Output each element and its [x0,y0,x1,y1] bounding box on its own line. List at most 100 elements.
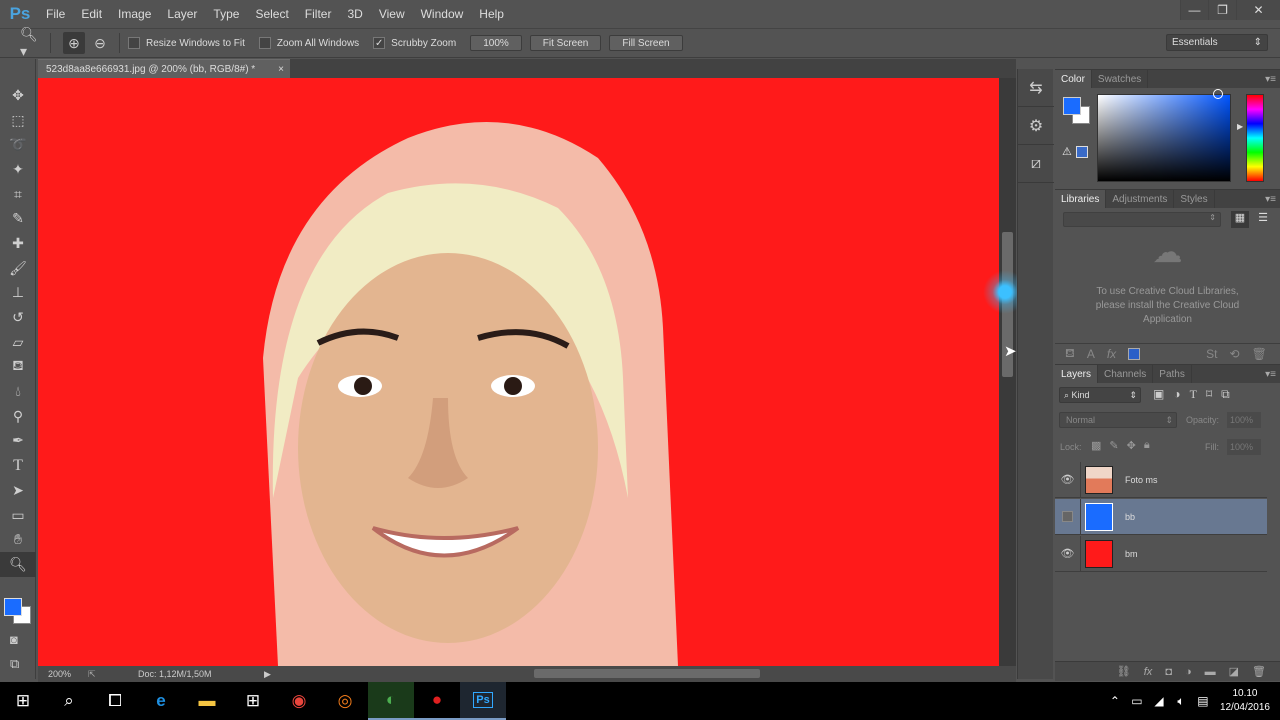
healing-brush-tool-icon[interactable]: ✚ [0,231,36,256]
lasso-tool-icon[interactable]: ➰ [0,132,36,157]
checkbox-box[interactable] [258,37,271,49]
tab-channels[interactable]: Channels [1098,365,1154,383]
tab-swatches[interactable]: Swatches [1092,70,1149,88]
export-icon[interactable]: ⇱ [78,669,138,680]
menu-image[interactable]: Image [110,7,159,21]
show-hidden-icons[interactable]: ⌃ [1104,694,1126,708]
menu-filter[interactable]: Filter [297,7,340,21]
quick-mask-icon[interactable]: ◙ [10,632,18,647]
pixel-filter-icon[interactable]: ▣ [1153,387,1164,402]
delete-icon[interactable]: 🗑︎ [1252,347,1267,361]
zoom-100-button[interactable]: 100% [470,35,522,51]
screen-mode-icon[interactable]: ⧉ [10,656,19,672]
panel-menu-icon[interactable]: ▾≡ [1265,194,1276,205]
clock[interactable]: 10.10 12/04/2016 [1214,687,1280,715]
delete-layer-icon[interactable]: 🗑︎ [1252,665,1266,678]
hue-slider-handle-icon[interactable]: ▶ [1237,122,1243,131]
minimize-button[interactable]: — [1180,0,1208,20]
status-menu-arrow-icon[interactable]: ▶ [264,669,276,680]
history-panel-icon[interactable]: ⇆ [1018,69,1054,107]
lock-image-icon[interactable]: ✎ [1109,439,1118,452]
layer-filter-select[interactable]: ⌕ Kind ⇕ [1059,387,1141,403]
panel-menu-icon[interactable]: ▾≡ [1265,74,1276,85]
menu-select[interactable]: Select [247,7,296,21]
list-view-icon[interactable]: ☰ [1254,211,1272,228]
new-adjustment-layer-icon[interactable]: ◑ [1185,666,1192,678]
add-character-style-icon[interactable]: A [1087,347,1095,361]
add-layer-style-icon[interactable]: fx [1107,347,1116,361]
shape-filter-icon[interactable]: ⌑ [1206,387,1212,402]
tab-layers[interactable]: Layers [1055,365,1099,383]
type-filter-icon[interactable]: T [1190,387,1197,402]
checkbox-box[interactable] [128,37,140,49]
photoshop-taskbar-icon[interactable]: Ps [460,682,506,720]
tab-color[interactable]: Color [1055,70,1092,88]
panel-menu-icon[interactable]: ▾≡ [1265,369,1276,380]
wifi-icon[interactable]: ◢ [1148,694,1170,708]
layer-row[interactable]: 👁︎ Foto ms [1055,461,1267,498]
crop-tool-icon[interactable]: ⌗ [0,182,36,207]
paragraph-panel-icon[interactable]: ⧄ [1018,145,1054,183]
menu-edit[interactable]: Edit [73,7,110,21]
zoom-in-icon[interactable]: ⊕ [63,32,85,54]
link-layers-icon[interactable]: ⛓ [1117,665,1131,678]
layer-row[interactable]: 👁︎ bm [1055,535,1267,572]
workspace-select[interactable]: Essentials ⇕ [1166,34,1268,51]
layer-row[interactable]: bb [1055,498,1267,535]
zoom-all-windows-checkbox[interactable]: Zoom All Windows [258,37,359,49]
close-tab-icon[interactable]: × [278,64,284,75]
zoom-level[interactable]: 200% [38,669,78,679]
document-canvas[interactable] [38,78,999,666]
hand-tool-icon[interactable]: ✋︎ [0,527,36,552]
zoom-out-icon[interactable]: ⊖ [89,32,111,54]
adjustment-filter-icon[interactable]: ◑ [1173,387,1180,402]
blur-tool-icon[interactable]: 💧︎ [0,379,36,404]
color-spectrum-field[interactable] [1097,94,1231,182]
resize-windows-checkbox[interactable]: Resize Windows to Fit [128,37,245,49]
visibility-toggle-empty[interactable] [1055,498,1081,535]
add-layer-style-icon[interactable]: fx [1144,666,1153,678]
tab-libraries[interactable]: Libraries [1055,190,1107,208]
pen-tool-icon[interactable]: ✒ [0,429,36,454]
chrome-icon[interactable]: ◉ [276,682,322,720]
close-button[interactable]: ✕ [1236,0,1280,20]
tab-adjustments[interactable]: Adjustments [1106,190,1175,208]
move-tool-icon[interactable]: ✥ [0,83,36,108]
scrubby-zoom-checkbox[interactable]: ✓ Scrubby Zoom [373,37,456,49]
menu-layer[interactable]: Layer [159,7,205,21]
menu-help[interactable]: Help [471,7,512,21]
color-panel-foreground[interactable] [1063,97,1081,115]
menu-type[interactable]: Type [205,7,247,21]
search-icon[interactable]: ⌕ [46,682,92,720]
type-tool-icon[interactable]: T [0,453,36,478]
menu-3d[interactable]: 3D [339,7,370,21]
menu-window[interactable]: Window [413,7,472,21]
fill-input[interactable]: 100% [1227,439,1261,455]
action-center-icon[interactable]: ▤ [1192,694,1214,708]
add-graphic-icon[interactable]: ⛾ [1065,346,1075,362]
recorder-icon[interactable]: ● [414,682,460,720]
zoom-tool-preset-icon[interactable]: 🔍︎▾ [20,26,42,59]
start-icon[interactable]: ⊞ [0,682,46,720]
document-tab[interactable]: 523d8aa8e666931.jpg @ 200% (bb, RGB/8#) … [38,59,290,78]
eyedropper-tool-icon[interactable]: ✎ [0,206,36,231]
properties-panel-icon[interactable]: ⚙ [1018,107,1054,145]
zoom-tool-icon[interactable]: 🔍︎ [0,552,36,577]
new-layer-icon[interactable]: ◪ [1229,665,1239,678]
battery-icon[interactable]: ▭ [1126,694,1148,708]
restore-button[interactable]: ❐ [1208,0,1236,20]
lock-all-icon[interactable]: 🔒︎ [1144,439,1150,452]
new-group-icon[interactable]: ▬ [1205,666,1216,678]
path-selection-tool-icon[interactable]: ➤ [0,478,36,503]
out-of-gamut-warning-icon[interactable]: ⚠ [1062,145,1072,158]
store-icon[interactable]: ⊞ [230,682,276,720]
file-explorer-icon[interactable]: ▬ [184,682,230,720]
marquee-tool-icon[interactable]: ⬚ [0,108,36,133]
history-brush-tool-icon[interactable]: ↺ [0,305,36,330]
blend-mode-select[interactable]: Normal ⇕ [1059,412,1177,428]
foreground-color-swatch[interactable] [4,598,22,616]
smart-object-filter-icon[interactable]: ⧉ [1221,387,1230,402]
edge-icon[interactable]: e [138,682,184,720]
fit-screen-button[interactable]: Fit Screen [529,35,602,51]
sync-icon[interactable]: ⟲ [1230,347,1240,361]
